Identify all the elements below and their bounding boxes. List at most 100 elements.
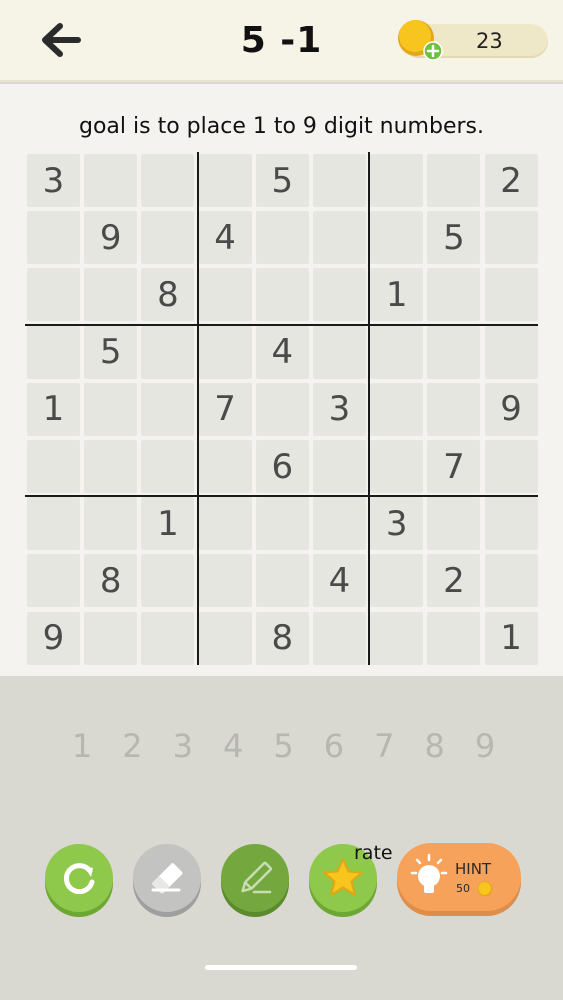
grid-cell-r8c9[interactable]	[484, 554, 538, 608]
grid-cell-r1c3[interactable]	[141, 154, 195, 207]
grid-cell-r6c5[interactable]: 6	[255, 440, 309, 493]
grid-cell-r9c4[interactable]	[198, 611, 252, 665]
grid-cell-r1c9[interactable]: 2	[484, 154, 538, 207]
number-key-6[interactable]: 6	[309, 722, 359, 770]
grid-cell-r8c7[interactable]	[370, 554, 424, 608]
hint-button[interactable]: HINT 50	[397, 843, 521, 911]
eraser-icon	[133, 844, 201, 917]
grid-cell-r1c4[interactable]	[198, 154, 252, 207]
number-key-9[interactable]: 9	[460, 722, 510, 770]
grid-cell-r8c5[interactable]	[255, 554, 309, 608]
grid-cell-r7c8[interactable]	[427, 497, 481, 551]
grid-cell-r1c1[interactable]: 3	[27, 154, 80, 207]
grid-cell-r4c4[interactable]	[198, 325, 252, 379]
grid-cell-r1c5[interactable]: 5	[255, 154, 309, 207]
coin-plus-icon[interactable]	[397, 18, 443, 64]
grid-cell-r6c8[interactable]: 7	[427, 440, 481, 493]
grid-cell-r3c6[interactable]	[313, 268, 366, 322]
grid-cell-r8c3[interactable]	[141, 554, 195, 608]
grid-cell-r7c2[interactable]	[84, 497, 138, 551]
grid-cell-r3c9[interactable]	[484, 268, 538, 322]
grid-cell-r3c4[interactable]	[198, 268, 252, 322]
grid-cell-r3c7[interactable]: 1	[370, 268, 424, 322]
grid-cell-r6c1[interactable]	[27, 440, 80, 493]
number-key-8[interactable]: 8	[410, 722, 460, 770]
grid-cell-r7c9[interactable]	[484, 497, 538, 551]
grid-cell-r9c5[interactable]: 8	[255, 611, 309, 665]
grid-cell-r2c9[interactable]	[484, 211, 538, 265]
grid-cell-r9c1[interactable]: 9	[27, 611, 80, 665]
grid-cell-r6c3[interactable]	[141, 440, 195, 493]
number-pad: 123456789	[57, 722, 510, 770]
grid-cell-r3c8[interactable]	[427, 268, 481, 322]
grid-cell-r8c4[interactable]	[198, 554, 252, 608]
grid-cell-r6c7[interactable]	[370, 440, 424, 493]
grid-cell-r1c2[interactable]	[84, 154, 138, 207]
grid-cell-r2c1[interactable]	[27, 211, 80, 265]
grid-cell-r6c2[interactable]	[84, 440, 138, 493]
number-key-2[interactable]: 2	[107, 722, 157, 770]
grid-cell-r3c3[interactable]: 8	[141, 268, 195, 322]
grid-cell-r4c7[interactable]	[370, 325, 424, 379]
grid-cell-r2c3[interactable]	[141, 211, 195, 265]
grid-cell-r4c8[interactable]	[427, 325, 481, 379]
grid-cell-r5c3[interactable]	[141, 382, 195, 436]
grid-cell-r4c9[interactable]	[484, 325, 538, 379]
grid-cell-r9c8[interactable]	[427, 611, 481, 665]
erase-button[interactable]	[133, 844, 201, 917]
grid-cell-r7c5[interactable]	[255, 497, 309, 551]
grid-cell-r7c1[interactable]	[27, 497, 80, 551]
grid-cell-r6c6[interactable]	[313, 440, 366, 493]
grid-cell-r2c8[interactable]: 5	[427, 211, 481, 265]
grid-cell-r5c2[interactable]	[84, 382, 138, 436]
grid-cell-r8c6[interactable]: 4	[313, 554, 366, 608]
grid-cell-r7c7[interactable]: 3	[370, 497, 424, 551]
grid-cell-r5c9[interactable]: 9	[484, 382, 538, 436]
grid-cell-r5c7[interactable]	[370, 382, 424, 436]
grid-cell-r4c3[interactable]	[141, 325, 195, 379]
grid-cell-r2c7[interactable]	[370, 211, 424, 265]
home-indicator	[205, 965, 357, 970]
grid-cell-r3c2[interactable]	[84, 268, 138, 322]
grid-cell-r4c1[interactable]	[27, 325, 80, 379]
grid-cell-r9c6[interactable]	[313, 611, 366, 665]
grid-cell-r2c4[interactable]: 4	[198, 211, 252, 265]
grid-cell-r4c6[interactable]	[313, 325, 366, 379]
grid-cell-r6c9[interactable]	[484, 440, 538, 493]
grid-cell-r4c5[interactable]: 4	[255, 325, 309, 379]
grid-cell-r1c8[interactable]	[427, 154, 481, 207]
grid-cell-r2c6[interactable]	[313, 211, 366, 265]
grid-cell-r7c6[interactable]	[313, 497, 366, 551]
number-key-7[interactable]: 7	[359, 722, 409, 770]
grid-cell-r9c2[interactable]	[84, 611, 138, 665]
top-bar: 5 -1 23	[0, 0, 563, 82]
grid-cell-r1c6[interactable]	[313, 154, 366, 207]
number-key-4[interactable]: 4	[208, 722, 258, 770]
grid-cell-r6c4[interactable]	[198, 440, 252, 493]
grid-cell-r1c7[interactable]	[370, 154, 424, 207]
grid-cell-r8c8[interactable]: 2	[427, 554, 481, 608]
grid-cell-r9c7[interactable]	[370, 611, 424, 665]
grid-cell-r2c2[interactable]: 9	[84, 211, 138, 265]
number-key-5[interactable]: 5	[259, 722, 309, 770]
grid-cell-r2c5[interactable]	[255, 211, 309, 265]
grid-cell-r5c6[interactable]: 3	[313, 382, 366, 436]
number-key-1[interactable]: 1	[57, 722, 107, 770]
grid-cell-r3c5[interactable]	[255, 268, 309, 322]
grid-cell-r4c2[interactable]: 5	[84, 325, 138, 379]
grid-cell-r8c1[interactable]	[27, 554, 80, 608]
coin-icon	[477, 881, 493, 897]
pencil-button[interactable]	[221, 844, 289, 917]
grid-cell-r9c9[interactable]: 1	[484, 611, 538, 665]
grid-cell-r5c1[interactable]: 1	[27, 382, 80, 436]
grid-cell-r7c3[interactable]: 1	[141, 497, 195, 551]
grid-cell-r7c4[interactable]	[198, 497, 252, 551]
grid-cell-r9c3[interactable]	[141, 611, 195, 665]
grid-cell-r3c1[interactable]	[27, 268, 80, 322]
grid-cell-r8c2[interactable]: 8	[84, 554, 138, 608]
number-key-3[interactable]: 3	[158, 722, 208, 770]
grid-cell-r5c4[interactable]: 7	[198, 382, 252, 436]
restart-button[interactable]	[45, 844, 113, 917]
grid-cell-r5c5[interactable]	[255, 382, 309, 436]
grid-cell-r5c8[interactable]	[427, 382, 481, 436]
